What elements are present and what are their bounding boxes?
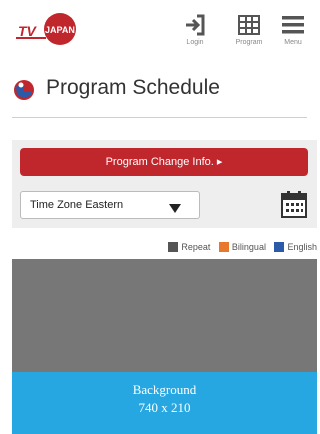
banner-line-1: Background: [132, 382, 197, 397]
program-label: Program: [235, 39, 263, 46]
banner-line-2: 740 x 210: [138, 400, 191, 415]
background-banner: Background 740 x 210: [12, 372, 317, 434]
menu-button[interactable]: Menu: [273, 12, 313, 52]
legend-item-english: English: [274, 241, 317, 253]
program-change-info-button[interactable]: Program Change Info. ▸: [20, 148, 308, 176]
timezone-select[interactable]: Time Zone Eastern: [20, 191, 200, 219]
calendar-icon[interactable]: [281, 190, 307, 218]
legend-item-bilingual: Bilingual: [218, 241, 266, 253]
program-button[interactable]: Program: [229, 12, 269, 52]
login-button[interactable]: Login: [175, 12, 215, 52]
title-divider: [12, 117, 307, 118]
hamburger-menu-icon: [273, 12, 313, 38]
svg-text:JAPAN: JAPAN: [45, 25, 75, 35]
globe-icon: [12, 78, 36, 102]
english-badge-icon: [274, 241, 285, 252]
background-placeholder: [12, 259, 317, 372]
legend-item-repeat: Repeat: [168, 241, 210, 253]
legend: Repeat Bilingual English: [162, 241, 317, 256]
grid-icon: [229, 12, 269, 38]
chevron-down-icon: [169, 201, 181, 219]
header: TV JAPAN Login Program Menu: [0, 0, 317, 58]
bilingual-badge-icon: [218, 241, 229, 252]
repeat-badge-icon: [168, 241, 179, 252]
login-label: Login: [186, 39, 204, 46]
svg-text:TV: TV: [18, 23, 38, 39]
timezone-value: Time Zone Eastern: [30, 199, 124, 211]
menu-label: Menu: [284, 39, 302, 46]
tv-japan-logo[interactable]: TV JAPAN: [12, 12, 90, 46]
login-icon: [175, 12, 215, 38]
page-title-row: Program Schedule: [12, 74, 307, 114]
page-title: Program Schedule: [46, 76, 220, 99]
